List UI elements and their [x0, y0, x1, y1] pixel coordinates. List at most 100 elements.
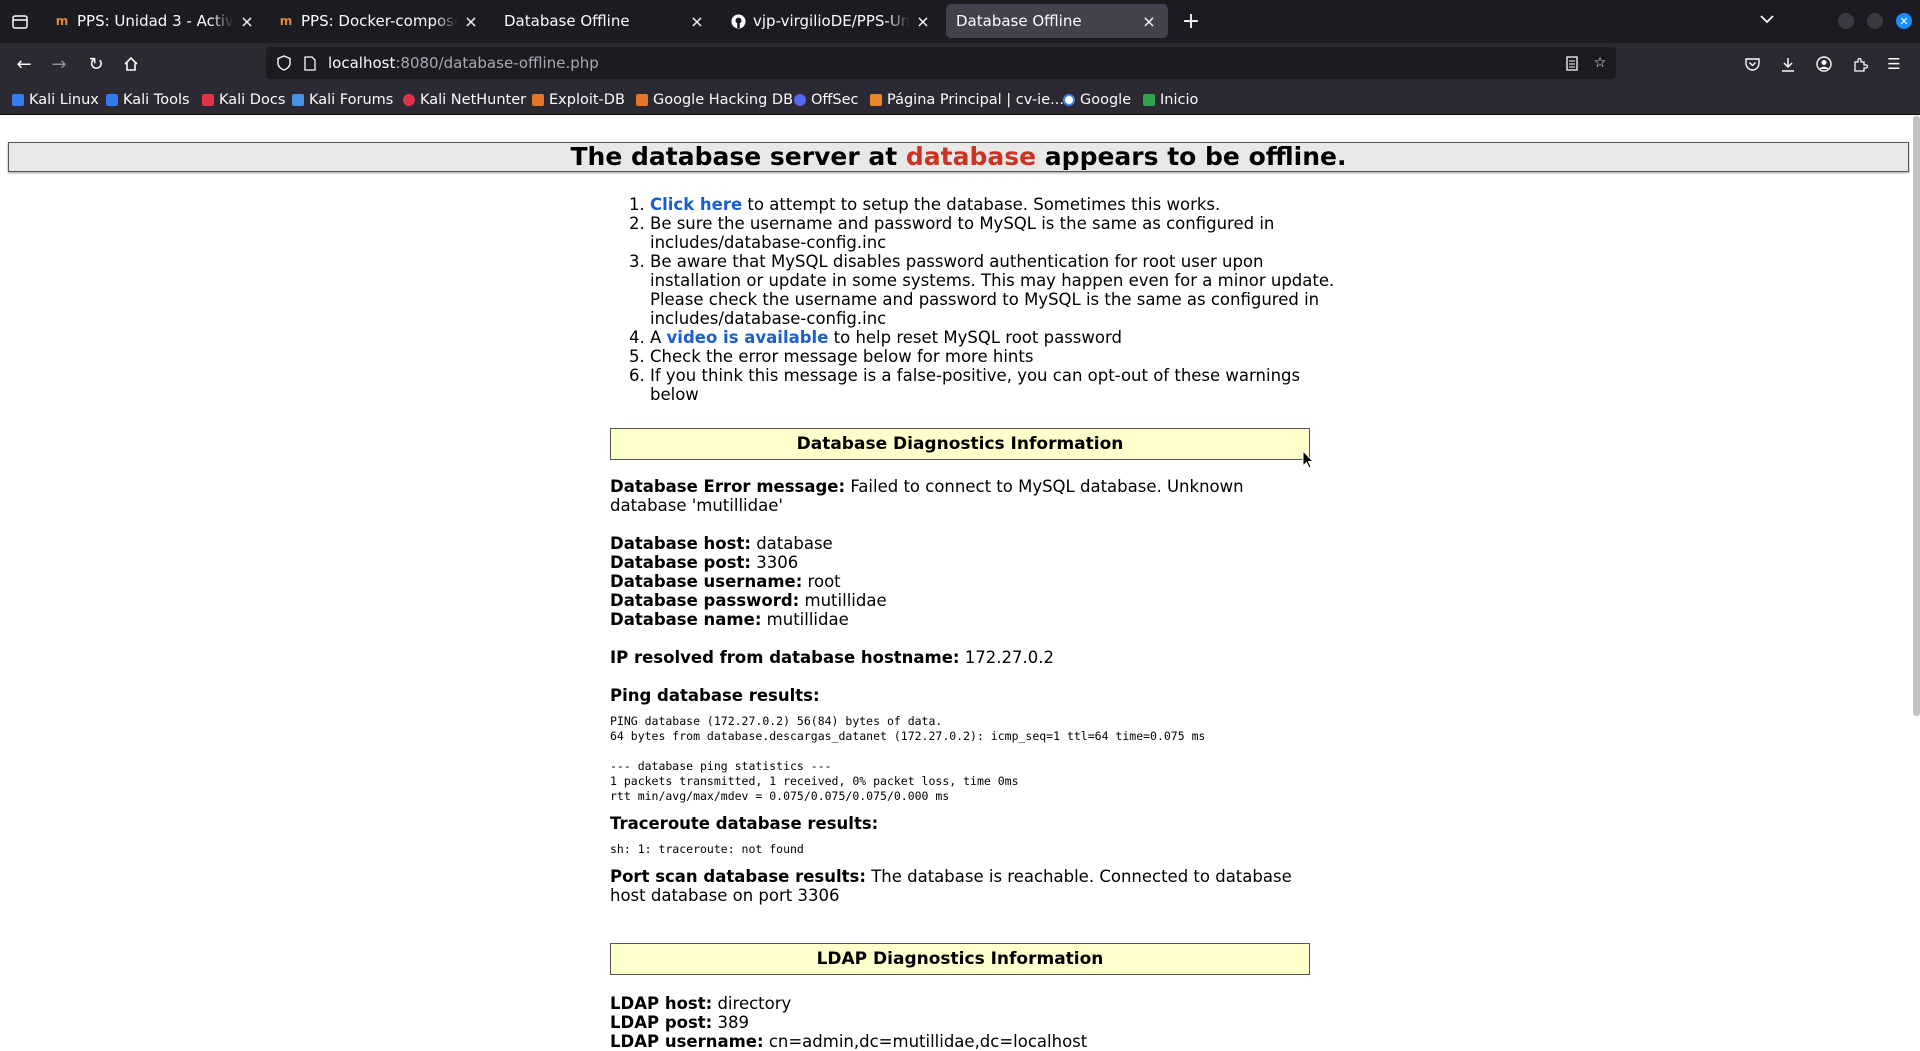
tab-pps-docker[interactable]: m PPS: Docker-compose pil ×	[268, 4, 490, 38]
bookmark-kali-tools[interactable]: Kali Tools	[106, 90, 190, 110]
page-content: The database server at database appears …	[0, 115, 1920, 1051]
field-value: mutillidae	[761, 610, 849, 629]
github-icon	[730, 13, 746, 29]
tab-database-offline[interactable]: Database Offline ×	[494, 4, 716, 38]
ghdb-icon	[636, 94, 648, 106]
bookmark-label: Kali Tools	[123, 92, 190, 108]
field-value: mutillidae	[799, 591, 887, 610]
menu-icon[interactable]: ☰	[1883, 53, 1905, 75]
nethunter-icon	[403, 94, 415, 106]
step-text: to attempt to setup the database. Someti…	[742, 195, 1221, 214]
pocket-icon[interactable]	[1741, 53, 1763, 75]
title-text: appears to be offline.	[1036, 142, 1347, 171]
tab-pps-unidad3[interactable]: m PPS: Unidad 3 - Actividad ×	[44, 4, 266, 38]
reader-view-icon[interactable]	[1562, 53, 1582, 73]
list-item: If you think this message is a false-pos…	[650, 366, 1350, 404]
step-text: Be sure the username and password to MyS…	[650, 214, 1275, 252]
reload-icon[interactable]: ↻	[83, 51, 109, 77]
ldap-diagnostics-title: LDAP Diagnostics Information	[610, 943, 1310, 975]
chevron-down-icon[interactable]	[1760, 10, 1774, 28]
close-icon[interactable]: ×	[462, 12, 480, 31]
extensions-icon[interactable]	[1849, 53, 1871, 75]
page-icon[interactable]	[300, 53, 320, 73]
forward-arrow-icon[interactable]: →	[46, 51, 72, 77]
bookmark-label: Google	[1080, 92, 1132, 108]
bookmark-exploit-db[interactable]: Exploit-DB	[532, 90, 625, 110]
list-item: Click here to attempt to setup the datab…	[650, 195, 1350, 214]
step-text: Check the error message below for more h…	[650, 347, 1034, 366]
tab-title: vjp-virgilioDE/PPS-Unidad	[753, 12, 910, 30]
setup-database-link[interactable]: Click here	[650, 195, 742, 214]
close-icon[interactable]: ×	[688, 12, 706, 31]
url-bar[interactable]: localhost:8080/database-offline.php ☆	[266, 47, 1616, 79]
exploit-db-icon	[532, 94, 544, 106]
bookmark-google[interactable]: Google	[1063, 90, 1131, 110]
kali-docs-icon	[202, 94, 214, 106]
shield-icon[interactable]	[274, 53, 294, 73]
google-icon	[1063, 94, 1075, 106]
bookmark-star-icon[interactable]: ☆	[1590, 53, 1610, 73]
kali-forums-icon	[292, 94, 304, 106]
bookmark-kali-nethunter[interactable]: Kali NetHunter	[403, 90, 526, 110]
field-label: IP resolved from database hostname:	[610, 648, 960, 667]
mutillidae-icon: m	[279, 14, 293, 28]
title-host: database	[905, 142, 1037, 171]
close-icon[interactable]: ×	[914, 12, 932, 31]
video-link[interactable]: video is available	[667, 328, 829, 347]
bookmark-inicio[interactable]: Inicio	[1143, 90, 1198, 110]
step-text: A	[650, 328, 667, 347]
tab-list-icon[interactable]	[8, 10, 32, 34]
bookmark-pagina-principal[interactable]: Página Principal | cv-ie...	[870, 90, 1064, 110]
bookmark-offsec[interactable]: OffSec	[794, 90, 859, 110]
window-close-button[interactable]: ✕	[1896, 13, 1912, 29]
step-text: to help reset MySQL root password	[828, 328, 1122, 347]
bookmark-label: Kali Forums	[309, 92, 394, 108]
field-label: Database host:	[610, 534, 751, 553]
traceroute-output: sh: 1: traceroute: not found	[610, 842, 804, 856]
ldap-connection-info: LDAP host: directory LDAP post: 389 LDAP…	[610, 994, 1310, 1051]
new-tab-button[interactable]: +	[1178, 8, 1204, 34]
bookmark-google-hacking-db[interactable]: Google Hacking DB	[636, 90, 793, 110]
field-value: root	[802, 572, 841, 591]
tab-title: PPS: Unidad 3 - Actividad	[77, 12, 234, 30]
tab-database-offline-active[interactable]: Database Offline ×	[946, 4, 1168, 38]
ping-output: PING database (172.27.0.2) 56(84) bytes …	[610, 714, 1206, 803]
step-text: If you think this message is a false-pos…	[650, 366, 1301, 404]
list-item: A video is available to help reset MySQL…	[650, 328, 1350, 347]
back-arrow-icon[interactable]: ←	[11, 51, 37, 77]
close-icon[interactable]: ×	[1140, 12, 1158, 31]
account-icon[interactable]	[1813, 53, 1835, 75]
bookmark-label: OffSec	[811, 92, 859, 108]
inicio-icon	[1143, 94, 1155, 106]
close-icon[interactable]: ×	[238, 12, 256, 31]
mutillidae-icon	[870, 94, 882, 106]
bookmark-label: Google Hacking DB	[653, 92, 794, 108]
field-label: Port scan database results:	[610, 867, 866, 886]
mutillidae-icon: m	[55, 14, 69, 28]
title-text: The database server at	[570, 142, 906, 171]
minimize-button[interactable]	[1838, 13, 1854, 29]
home-icon[interactable]	[118, 51, 144, 77]
url-path: :8080/database-offline.php	[395, 54, 599, 72]
tab-title: PPS: Docker-compose pil	[301, 12, 458, 30]
troubleshooting-steps: Click here to attempt to setup the datab…	[610, 195, 1350, 404]
bookmark-label: Inicio	[1160, 92, 1199, 108]
offsec-icon	[794, 94, 806, 106]
download-icon[interactable]	[1777, 53, 1799, 75]
list-item: Be sure the username and password to MyS…	[650, 214, 1350, 252]
url-text[interactable]: localhost:8080/database-offline.php	[328, 54, 599, 72]
list-item: Be aware that MySQL disables password au…	[650, 252, 1350, 328]
step-text: Be aware that MySQL disables password au…	[650, 252, 1335, 328]
field-label: Database password:	[610, 591, 800, 610]
field-label: Database name:	[610, 610, 762, 629]
db-diagnostics-section: Database Diagnostics Information Databas…	[610, 428, 1310, 905]
bookmark-kali-linux[interactable]: Kali Linux	[12, 90, 99, 110]
maximize-button[interactable]	[1867, 13, 1883, 29]
db-connection-info: Database host: database Database post: 3…	[610, 534, 1310, 629]
field-label: LDAP post:	[610, 1013, 713, 1032]
page-scrollbar[interactable]	[1913, 116, 1920, 716]
bookmark-kali-docs[interactable]: Kali Docs	[202, 90, 285, 110]
bookmark-kali-forums[interactable]: Kali Forums	[292, 90, 393, 110]
bookmark-label: Kali Docs	[219, 92, 286, 108]
tab-github[interactable]: vjp-virgilioDE/PPS-Unidad ×	[720, 4, 942, 38]
